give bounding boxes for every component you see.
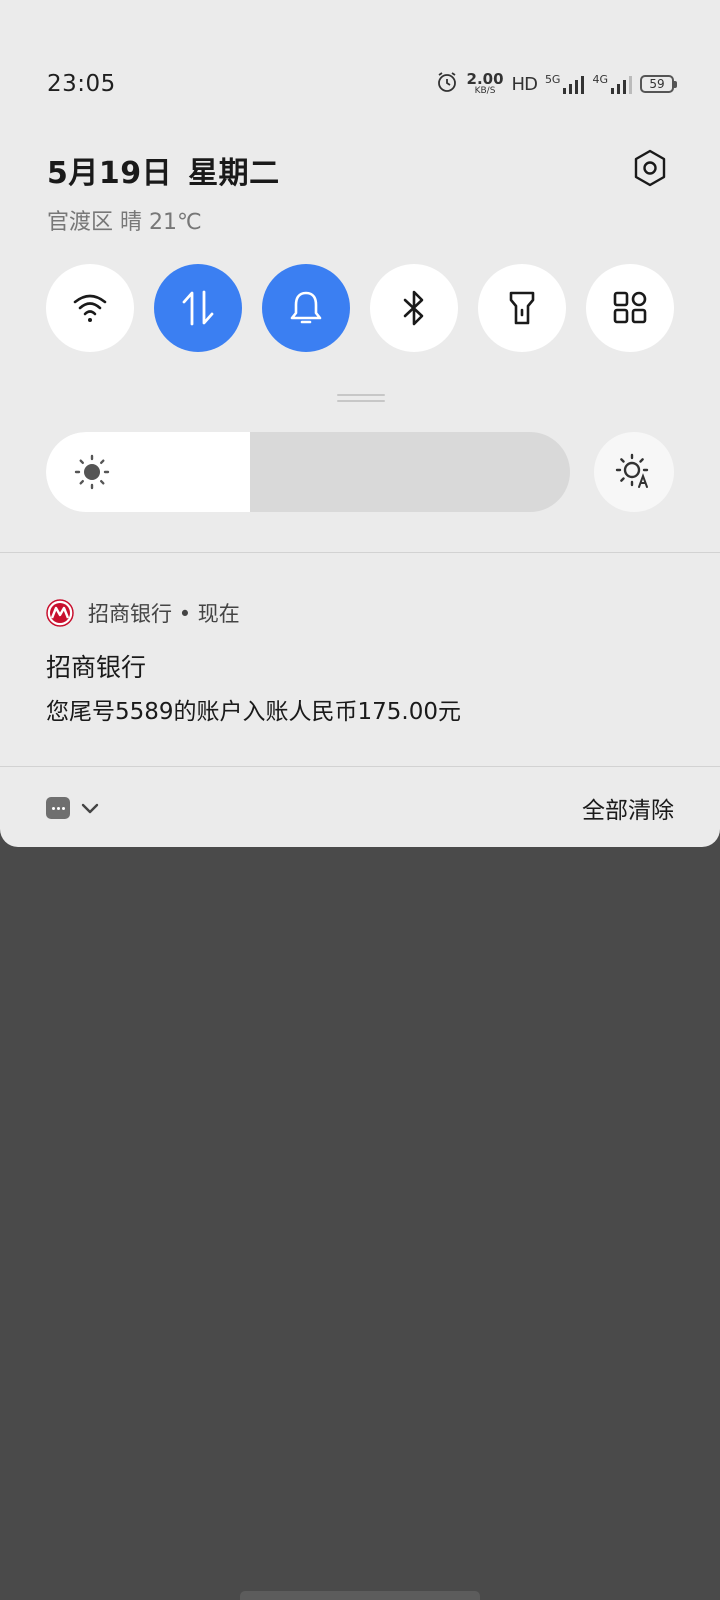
more-tiles-toggle[interactable] xyxy=(586,264,674,352)
more-dots-icon xyxy=(46,797,70,819)
notification-time: 现在 xyxy=(197,602,240,626)
notification-shade: 23:05 2.00 KB/S HD 5G 4G 59 5月19日 星期二 官渡… xyxy=(0,0,720,847)
notification-header: 招商银行 • 现在 xyxy=(46,596,674,630)
date-weather: 5月19日 星期二 官渡区 晴 21℃ xyxy=(47,148,280,236)
status-icons: 2.00 KB/S HD 5G 4G 59 xyxy=(435,70,677,98)
chevron-down-icon xyxy=(81,803,99,814)
battery-icon: 59 xyxy=(640,75,677,93)
expand-handle[interactable] xyxy=(337,394,385,402)
flashlight-toggle[interactable] xyxy=(478,264,566,352)
grid-icon xyxy=(613,291,647,324)
divider xyxy=(0,552,720,553)
notification-body: 您尾号5589的账户入账人民币175.00元 xyxy=(46,699,462,725)
auto-brightness-button[interactable] xyxy=(594,432,674,512)
brightness-slider[interactable] xyxy=(46,432,570,512)
date-line: 5月19日 星期二 xyxy=(47,148,280,192)
bluetooth-icon xyxy=(403,290,424,326)
notification-card[interactable]: 招商银行 • 现在 招商银行 您尾号5589的账户入账人民币175.00元 xyxy=(46,596,674,726)
flashlight-icon xyxy=(509,291,535,325)
hd-voice-label: HD xyxy=(511,73,538,95)
date-text: 5月19日 xyxy=(47,156,173,191)
notification-app-name: 招商银行 xyxy=(88,602,172,626)
data-transfer-icon xyxy=(182,290,214,326)
sound-toggle[interactable] xyxy=(262,264,350,352)
signal-4g-icon: 4G xyxy=(592,74,632,94)
clear-all-button[interactable]: 全部清除 xyxy=(582,791,674,825)
auto-brightness-icon xyxy=(615,453,649,488)
notification-footer: 全部清除 xyxy=(46,790,674,826)
gear-icon xyxy=(634,149,666,187)
clock: 23:05 xyxy=(47,71,116,97)
weekday-text: 星期二 xyxy=(188,156,280,191)
sun-icon xyxy=(74,454,110,490)
weather-text: 官渡区 晴 21℃ xyxy=(47,210,202,235)
network-speed: 2.00 KB/S xyxy=(466,70,504,96)
bell-icon xyxy=(290,291,322,324)
status-bar: 23:05 2.00 KB/S HD 5G 4G 59 xyxy=(47,64,677,104)
home-indicator[interactable] xyxy=(240,1591,480,1600)
settings-button[interactable] xyxy=(630,148,670,188)
signal-5g-icon: 5G xyxy=(545,74,585,94)
notification-app-meta: 招商银行 • 现在 xyxy=(88,602,240,626)
notification-manage-button[interactable] xyxy=(46,797,100,819)
cmb-bank-logo-icon xyxy=(46,599,74,627)
wifi-icon xyxy=(73,294,107,322)
wifi-toggle[interactable] xyxy=(46,264,134,352)
quick-settings-tiles xyxy=(46,264,674,352)
divider xyxy=(0,766,720,767)
mobile-data-toggle[interactable] xyxy=(154,264,242,352)
notification-title: 招商银行 xyxy=(46,653,147,682)
bluetooth-toggle[interactable] xyxy=(370,264,458,352)
alarm-icon xyxy=(435,70,459,98)
